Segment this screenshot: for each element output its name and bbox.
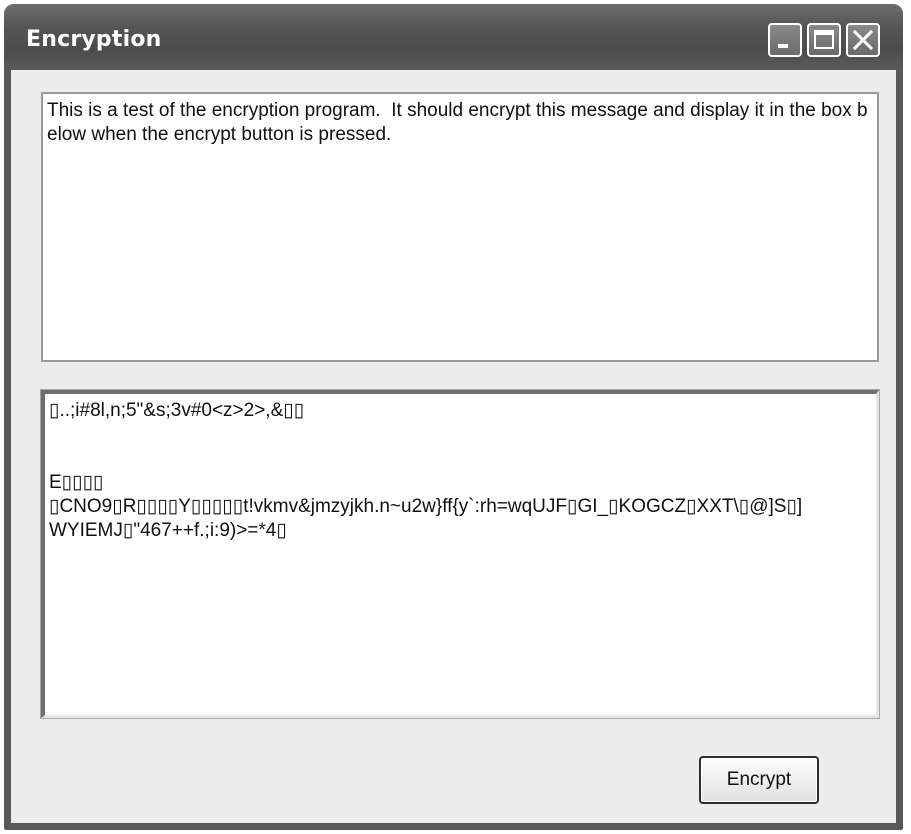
- close-button[interactable]: [846, 23, 880, 57]
- plaintext-input-value: This is a test of the encryption program…: [47, 100, 868, 145]
- minimize-icon: [778, 44, 788, 48]
- encrypt-button[interactable]: Encrypt: [699, 756, 819, 804]
- ciphertext-output[interactable]: ▯..;i#8l,n;5"&s;3v#0<z>2>,&▯▯ E▯▯▯▯ ▯CNO…: [40, 389, 880, 719]
- maximize-icon: [814, 30, 834, 49]
- client-area: This is a test of the encryption program…: [11, 70, 896, 823]
- plaintext-input[interactable]: This is a test of the encryption program…: [41, 92, 879, 362]
- encryption-window: Encryption This is a test of the encrypt…: [4, 4, 903, 830]
- title-bar[interactable]: Encryption: [4, 4, 903, 70]
- minimize-button[interactable]: [768, 23, 802, 57]
- close-icon: [852, 29, 874, 51]
- maximize-button[interactable]: [807, 23, 841, 57]
- window-title: Encryption: [26, 27, 162, 52]
- ciphertext-output-value: ▯..;i#8l,n;5"&s;3v#0<z>2>,&▯▯ E▯▯▯▯ ▯CNO…: [49, 400, 803, 541]
